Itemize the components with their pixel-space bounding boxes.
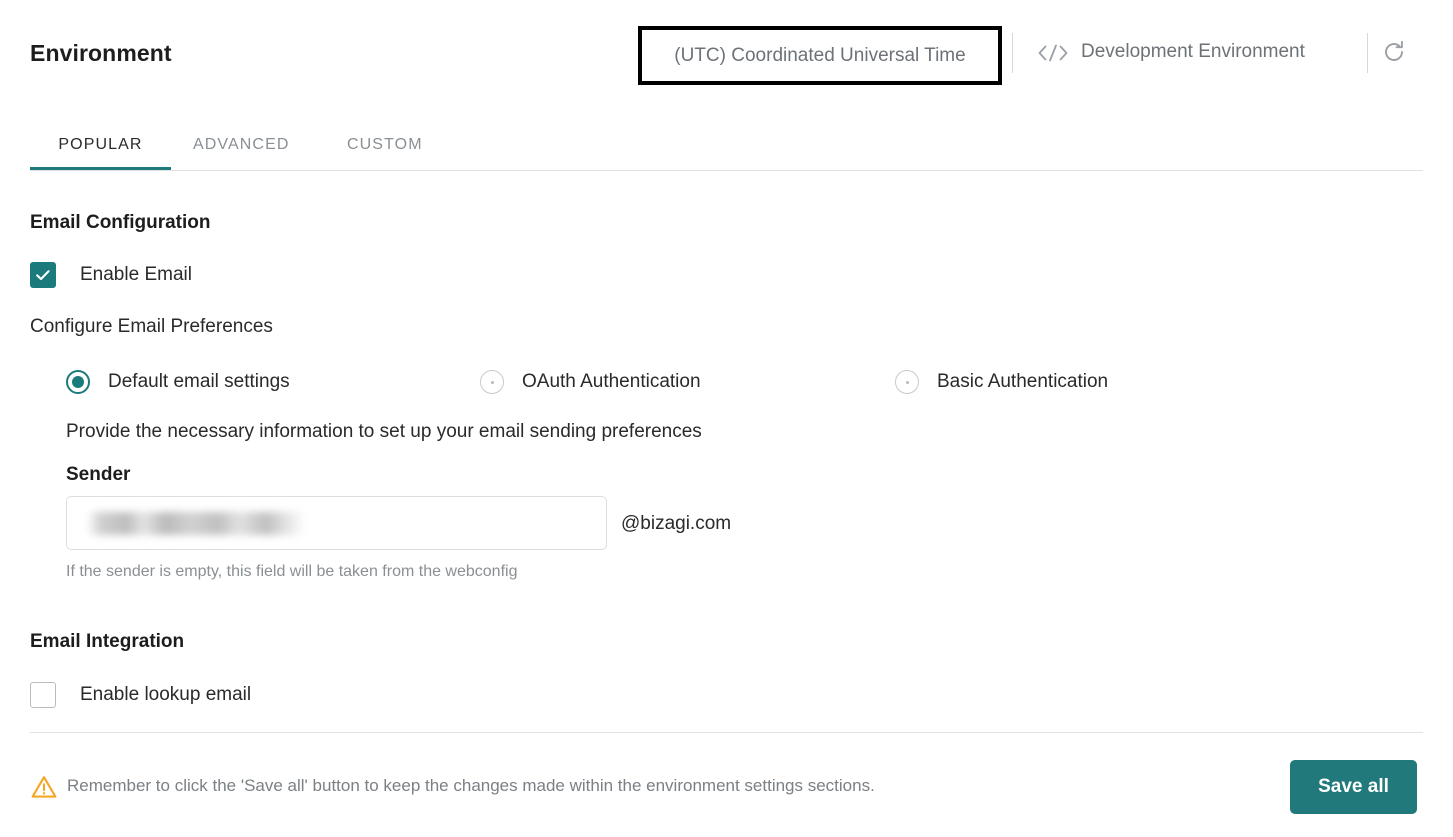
header-divider-left (1012, 33, 1013, 73)
footer-divider (30, 732, 1423, 733)
radio-oauth-authentication-label: OAuth Authentication (522, 371, 701, 392)
timezone-selector[interactable]: (UTC) Coordinated Universal Time (638, 26, 1002, 85)
radio-option-oauth-authentication[interactable]: OAuth Authentication (480, 370, 701, 394)
timezone-label: (UTC) Coordinated Universal Time (674, 44, 966, 66)
radio-default-email-settings-label: Default email settings (108, 371, 290, 392)
save-reminder-text: Remember to click the 'Save all' button … (67, 776, 875, 795)
tab-advanced[interactable]: ADVANCED (193, 126, 290, 170)
sender-field-hint: If the sender is empty, this field will … (66, 563, 518, 580)
environment-name[interactable]: Development Environment (1081, 41, 1305, 63)
configure-email-preferences-label: Configure Email Preferences (30, 316, 273, 337)
tab-bar-underline (30, 170, 1423, 171)
code-icon (1034, 40, 1072, 66)
warning-triangle-icon (31, 775, 57, 799)
sender-input[interactable] (66, 496, 607, 550)
email-helper-text: Provide the necessary information to set… (66, 421, 702, 442)
save-all-button[interactable]: Save all (1290, 760, 1417, 814)
radio-option-default-email-settings[interactable]: Default email settings (66, 370, 290, 394)
page-title: Environment (30, 40, 172, 66)
sender-field-label: Sender (66, 464, 131, 485)
radio-default-email-settings-control[interactable] (66, 370, 90, 394)
enable-lookup-email-label: Enable lookup email (80, 684, 252, 705)
enable-email-label: Enable Email (80, 264, 192, 285)
section-title-email-integration: Email Integration (30, 631, 185, 652)
enable-email-checkbox[interactable] (30, 262, 56, 288)
refresh-icon[interactable] (1382, 40, 1406, 64)
tab-bar: POPULAR ADVANCED CUSTOM (0, 126, 1453, 172)
page-header: Environment (UTC) Coordinated Universal … (0, 0, 1453, 110)
radio-oauth-authentication-control[interactable] (480, 370, 504, 394)
sender-value-redacted (87, 512, 305, 535)
radio-basic-authentication-label: Basic Authentication (937, 371, 1109, 392)
enable-lookup-email-row[interactable]: Enable lookup email (30, 682, 251, 708)
enable-email-row[interactable]: Enable Email (30, 262, 192, 288)
section-title-email-configuration: Email Configuration (30, 212, 211, 233)
tab-popular[interactable]: POPULAR (30, 126, 171, 170)
radio-basic-authentication-control[interactable] (895, 370, 919, 394)
sender-domain-suffix: @bizagi.com (621, 513, 732, 534)
header-divider-right (1367, 33, 1368, 73)
environment-settings-page: Environment (UTC) Coordinated Universal … (0, 0, 1453, 837)
radio-option-basic-authentication[interactable]: Basic Authentication (895, 370, 1108, 394)
email-auth-radio-group: Default email settings OAuth Authenticat… (0, 370, 1453, 398)
enable-lookup-email-checkbox[interactable] (30, 682, 56, 708)
tab-custom[interactable]: CUSTOM (347, 126, 423, 170)
